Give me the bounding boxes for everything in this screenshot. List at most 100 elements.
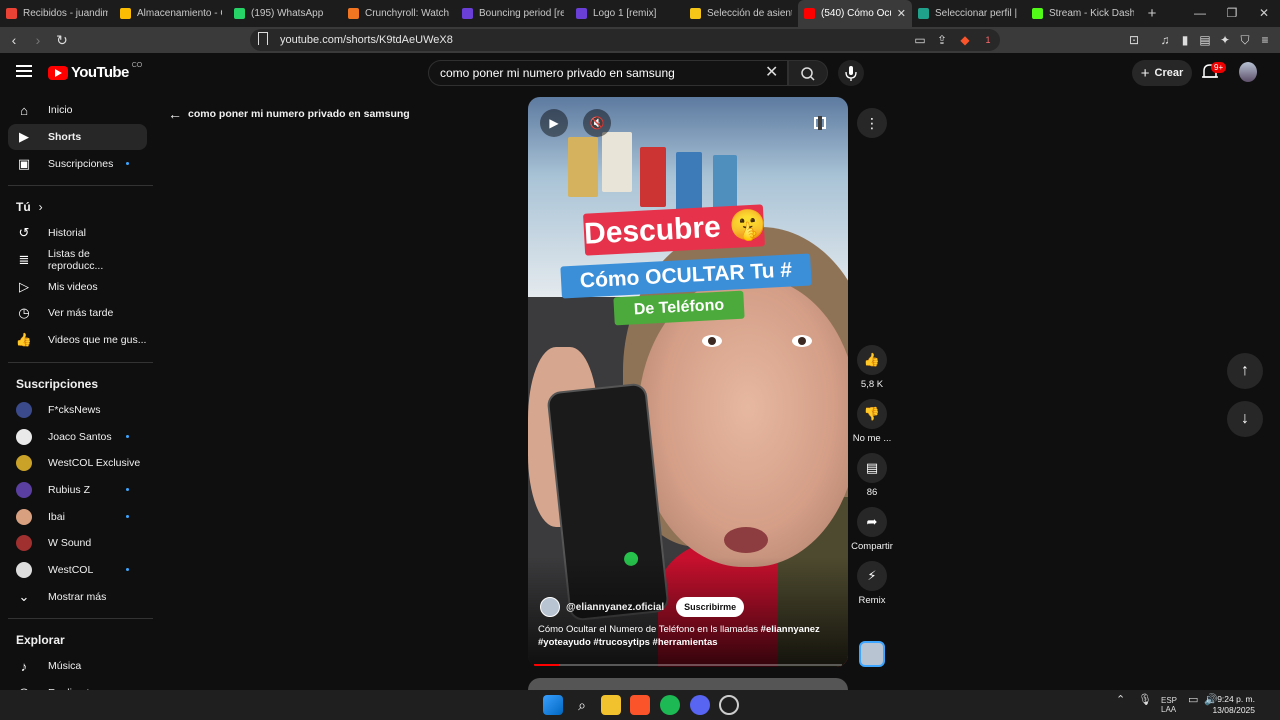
browser-tab[interactable]: Crunchyroll: Watch Pop — [342, 0, 456, 27]
video-progress-bar[interactable] — [534, 664, 842, 666]
sidebar-item[interactable]: ◷ Ver más tarde — [8, 300, 147, 327]
sidebar-item-label: Mis videos — [48, 280, 98, 293]
minimize-button[interactable]: — — [1184, 0, 1216, 27]
subscribe-button[interactable]: Suscribirme — [676, 597, 745, 617]
tab-favicon-icon — [690, 8, 701, 19]
share-button[interactable]: ➦ — [857, 507, 887, 537]
brave-browser-icon[interactable] — [630, 695, 650, 715]
previous-short-button[interactable]: ↑ — [1227, 353, 1263, 389]
next-short-preview[interactable] — [528, 678, 848, 690]
url-field[interactable]: youtube.com/shorts/K9tdAeUWeX8 — [250, 29, 1000, 51]
home-icon: ⌂ — [20, 102, 28, 118]
spotify-icon[interactable] — [660, 695, 680, 715]
you-section-header[interactable]: Tú › — [0, 194, 155, 220]
play-button[interactable]: ▶ — [540, 109, 568, 137]
next-short-button[interactable]: ↓ — [1227, 401, 1263, 437]
subscription-item[interactable]: Ibai — [8, 503, 147, 530]
maximize-button[interactable]: ❐ — [1216, 0, 1248, 27]
forward-button[interactable]: › — [28, 32, 48, 48]
sound-avatar[interactable] — [859, 641, 885, 667]
sidebar-item[interactable]: 👍 Videos que me gus... — [8, 327, 147, 354]
comments-button[interactable]: ▤ — [857, 453, 887, 483]
more-options-button[interactable]: ⋮ — [857, 108, 887, 138]
fullscreen-icon[interactable] — [814, 116, 826, 130]
like-button[interactable]: 👍 — [857, 345, 887, 375]
sidebar-icon[interactable]: ▮ — [1175, 30, 1195, 50]
back-button[interactable]: ‹ — [4, 32, 24, 48]
tab-search-icon[interactable]: ⊡ — [1124, 30, 1144, 50]
channel-avatar — [16, 508, 32, 525]
channel-name[interactable]: @eliannyanez.oficial — [566, 602, 664, 613]
sidebar-item[interactable]: ▶ Shorts — [8, 123, 147, 151]
brave-shields-icon[interactable]: ◆ — [955, 30, 975, 50]
close-tab-icon[interactable]: ✕ — [897, 7, 906, 20]
language-indicator[interactable]: ESP LAA — [1161, 696, 1177, 714]
account-avatar[interactable] — [1239, 62, 1257, 82]
vpn-icon[interactable]: ⛉ — [1235, 30, 1255, 50]
leo-ai-icon[interactable]: ✦ — [1215, 30, 1235, 50]
dislike-button[interactable]: 👎 — [857, 399, 887, 429]
brave-rewards-icon[interactable]: 1 — [978, 30, 998, 50]
media-icon[interactable]: ♫ — [1155, 30, 1175, 50]
voice-search-button[interactable] — [838, 60, 864, 86]
sidebar-item[interactable]: ≣ Listas de reproducc... — [8, 247, 147, 274]
subscription-item[interactable]: Rubius Z — [8, 477, 147, 504]
sidebar: ⌂ Inicio ▶ Shorts ▣ Suscripciones Tú › ↺ Histor… — [0, 97, 155, 706]
search-button[interactable] — [788, 60, 828, 86]
new-tab-button[interactable]: + — [1140, 5, 1164, 22]
guide-menu-icon[interactable] — [16, 65, 32, 77]
subscription-item[interactable]: W Sound — [8, 530, 147, 557]
browser-tab[interactable]: Recibidos - juandimejia — [0, 0, 114, 27]
show-more-button[interactable]: ⌄ Mostrar más — [8, 583, 147, 610]
youtube-logo[interactable]: YouTube CO — [48, 62, 142, 81]
browser-tab[interactable]: Selección de asiento en — [684, 0, 798, 27]
clear-search-icon[interactable]: ✕ — [765, 62, 778, 82]
system-clock[interactable]: 9:24 p. m. 13/08/2025 — [1212, 694, 1255, 716]
search-input[interactable]: como poner mi numero privado en samsung — [428, 60, 788, 86]
browser-tab[interactable]: Bouncing period [remix] — [456, 0, 570, 27]
hashtag-channel[interactable]: #eliannyanez — [761, 624, 820, 635]
tab-favicon-icon — [348, 8, 359, 19]
microphone-tray-icon[interactable]: 🎙 — [1138, 695, 1152, 706]
subscription-item[interactable]: Joaco Santos — [8, 423, 147, 450]
subscription-item[interactable]: F*cksNews — [8, 397, 147, 424]
create-button[interactable]: + Crear — [1132, 60, 1192, 86]
short-video-player[interactable]: Descubre 🤫 Cómo OCULTAR Tu # De Teléfono… — [528, 97, 848, 667]
back-to-search[interactable]: ← como poner mi numero privado en samsun… — [168, 106, 410, 122]
sidebar-item[interactable]: ▷ Mis videos — [8, 273, 147, 300]
menu-icon[interactable]: ≡ — [1255, 30, 1275, 50]
file-explorer-icon[interactable] — [601, 695, 621, 715]
close-window-button[interactable]: ✕ — [1248, 0, 1280, 27]
show-more-label: Mostrar más — [48, 590, 107, 603]
video-description[interactable]: Cómo Ocultar el Numero de Teléfono en ls… — [538, 623, 828, 649]
tray-overflow-icon[interactable]: ⌃ — [1116, 695, 1125, 706]
remix-icon: ⚡ — [867, 568, 877, 583]
windows-start-icon[interactable] — [543, 695, 563, 715]
browser-tab[interactable]: Logo 1 [remix] — [570, 0, 684, 27]
share-icon[interactable]: ⇪ — [932, 30, 952, 50]
hashtags[interactable]: #yoteayudo #trucosytips #herramientas — [538, 637, 718, 648]
browser-tab[interactable]: Stream - Kick Dashboard — [1026, 0, 1140, 27]
channel-avatar[interactable] — [540, 597, 560, 617]
sidebar-item[interactable]: ⌂ Inicio — [8, 97, 147, 124]
subscription-item[interactable]: WestCOL Exclusive — [8, 450, 147, 477]
browser-tab[interactable]: Seleccionar perfil | Disney — [912, 0, 1026, 27]
browser-tab[interactable]: Almacenamiento - Goo — [114, 0, 228, 27]
new-content-dot — [126, 515, 129, 519]
sidebar-item[interactable]: ▣ Suscripciones — [8, 150, 147, 177]
remix-button[interactable]: ⚡ — [857, 561, 887, 591]
discord-icon[interactable] — [690, 695, 710, 715]
browser-tab[interactable]: (195) WhatsApp — [228, 0, 342, 27]
reload-button[interactable]: ↻ — [52, 32, 72, 49]
sidebar-item[interactable]: ♪ Música — [8, 653, 147, 680]
bookmark-icon[interactable] — [258, 32, 268, 45]
browser-tab[interactable]: (540) Cómo Ocultar ✕ — [798, 0, 912, 27]
wallet-icon[interactable]: ▤ — [1195, 30, 1215, 50]
mute-button[interactable]: 🔇 — [583, 109, 611, 137]
cast-icon[interactable]: ▭ — [910, 30, 930, 50]
steam-icon[interactable] — [719, 695, 739, 715]
sidebar-item[interactable]: ↺ Historial — [8, 220, 147, 247]
search-taskbar-icon[interactable]: ⌕ — [572, 695, 592, 715]
subscription-item[interactable]: WestCOL — [8, 557, 147, 584]
network-icon[interactable]: ▭ — [1188, 695, 1198, 706]
